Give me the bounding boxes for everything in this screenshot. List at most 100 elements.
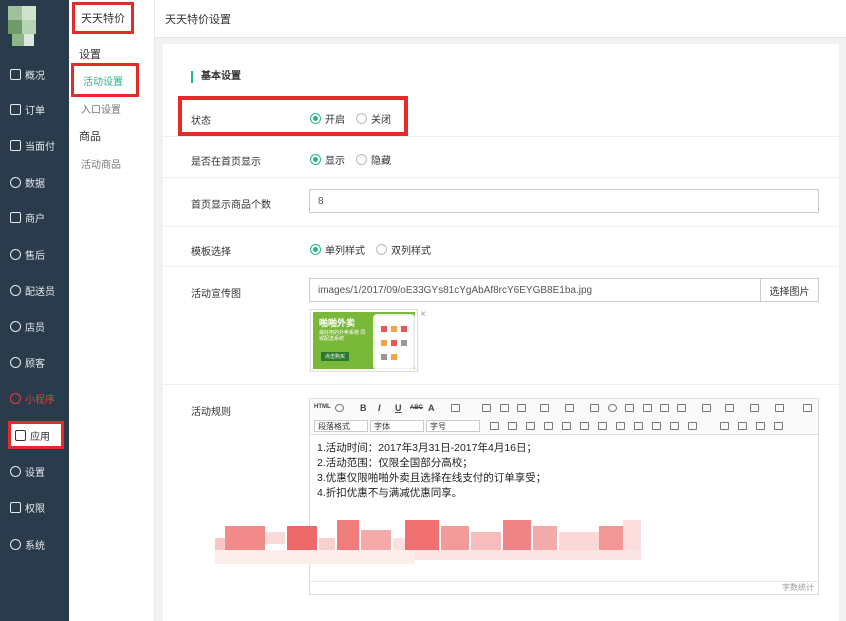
strikethrough-button[interactable]: ABC	[410, 405, 423, 411]
banner-label: 活动宣传图	[191, 289, 241, 300]
format-painter-icon[interactable]	[702, 404, 711, 412]
bold-button[interactable]: B	[360, 403, 367, 413]
rule-line: 1.活动时间：2017年3月31日-2017年4月16日；	[317, 442, 538, 454]
delete-table-icon[interactable]	[688, 422, 697, 430]
unordered-list-icon[interactable]	[565, 404, 574, 412]
status-off-radio[interactable]: 关闭	[356, 111, 391, 126]
divider	[163, 266, 839, 267]
video-icon[interactable]	[643, 404, 652, 412]
cell-props-icon[interactable]	[670, 422, 679, 430]
nav-item-after-sale[interactable]: 售后	[0, 243, 69, 265]
split-rows-icon[interactable]	[616, 422, 625, 430]
anchor-icon[interactable]	[720, 422, 729, 430]
font-family-select[interactable]: 字体	[370, 420, 424, 432]
italic-button[interactable]: I	[378, 403, 381, 413]
homepage-label: 是否在首页显示	[191, 157, 261, 168]
page-header: 天天特价设置	[155, 0, 846, 38]
nav-item-data[interactable]: 数据	[0, 171, 69, 193]
quote-icon[interactable]	[590, 404, 599, 412]
align-center-icon[interactable]	[500, 404, 509, 412]
divider	[163, 177, 839, 178]
editor-content[interactable]: 1.活动时间：2017年3月31日-2017年4月16日； 2.活动范围：仅限全…	[317, 441, 546, 501]
insert-col-icon[interactable]	[544, 422, 553, 430]
count-label: 首页显示商品个数	[191, 200, 271, 211]
phone-mockup	[373, 314, 415, 369]
thumb-title: 啪啪外卖	[319, 318, 356, 328]
insert-row-icon[interactable]	[508, 422, 517, 430]
font-size-select[interactable]: 字号	[426, 420, 480, 432]
nav-item-mini-program[interactable]: 小程序	[0, 387, 69, 409]
choose-image-button[interactable]: 选择图片	[760, 278, 819, 302]
nav-item-apps[interactable]: 应用	[8, 421, 64, 449]
merge-cells-icon[interactable]	[580, 422, 589, 430]
underline-button[interactable]: U	[395, 403, 402, 413]
nav-item-face-pay[interactable]: 当面付	[0, 134, 69, 156]
order-icon	[10, 103, 21, 115]
radio-unchecked-icon	[376, 244, 387, 255]
line-height-icon[interactable]	[725, 404, 734, 412]
emoji-icon[interactable]	[608, 404, 617, 412]
sub-group-goods: 商品	[79, 131, 101, 143]
divider	[163, 136, 839, 137]
clerk-icon	[10, 320, 21, 332]
split-cols-icon[interactable]	[634, 422, 643, 430]
nav-item-clerk[interactable]: 店员	[0, 315, 69, 337]
homepage-hide-radio[interactable]: 隐藏	[356, 152, 391, 167]
template-single-radio[interactable]: 单列样式	[310, 242, 365, 257]
nav-item-settings[interactable]: 设置	[0, 460, 69, 482]
image-icon[interactable]	[625, 404, 634, 412]
eraser-icon[interactable]	[677, 404, 686, 412]
nav-item-merchant[interactable]: 商户	[0, 206, 69, 228]
sub-link-entry-settings[interactable]: 入口设置	[81, 101, 121, 116]
sub-sidebar: 天天特价 设置 活动设置 入口设置 商品 活动商品	[69, 0, 155, 621]
html-source-button[interactable]: HTML	[314, 404, 331, 410]
page-break-icon[interactable]	[738, 422, 747, 430]
lock-icon	[10, 501, 21, 513]
sub-link-activity-settings[interactable]: 活动设置	[71, 63, 139, 97]
indent-icon[interactable]	[775, 404, 784, 412]
face-pay-icon	[10, 139, 21, 151]
delete-row-icon[interactable]	[526, 422, 535, 430]
homepage-show-radio[interactable]: 显示	[310, 152, 345, 167]
template-double-radio[interactable]: 双列样式	[376, 242, 431, 257]
table-icon[interactable]	[490, 422, 499, 430]
rule-line: 3.优惠仅限啪啪外卖且选择在线支付的订单享受；	[317, 472, 547, 484]
nav-item-orders[interactable]: 订单	[0, 98, 69, 120]
split-cells-icon[interactable]	[598, 422, 607, 430]
banner-image: 啪啪外卖 最好用的外卖系统 同城配送系统 点击购买	[313, 312, 415, 369]
table-props-icon[interactable]	[652, 422, 661, 430]
fullscreen-icon[interactable]	[803, 404, 812, 412]
apps-icon	[15, 429, 26, 441]
radio-unchecked-icon	[356, 154, 367, 165]
sub-link-activity-goods[interactable]: 活动商品	[81, 156, 121, 171]
nav-item-overview[interactable]: 概况	[0, 63, 69, 85]
zoom-icon[interactable]	[335, 404, 344, 412]
template-icon[interactable]	[774, 422, 783, 430]
ordered-list-icon[interactable]	[540, 404, 549, 412]
highlight-icon[interactable]	[451, 404, 460, 412]
status-on-radio[interactable]: 开启	[310, 111, 345, 126]
nav-item-system[interactable]: 系统	[0, 533, 69, 555]
nav-item-customer[interactable]: 顾客	[0, 351, 69, 373]
banner-path-input[interactable]: images/1/2017/09/oE33GYs81cYgAbAf8rcY6EY…	[309, 278, 761, 302]
remove-image-icon[interactable]: ×	[420, 309, 426, 320]
nav-item-courier[interactable]: 配送员	[0, 279, 69, 301]
delete-col-icon[interactable]	[562, 422, 571, 430]
count-input[interactable]: 8	[309, 189, 819, 213]
row-spacing-icon[interactable]	[750, 404, 759, 412]
mini-program-icon	[10, 392, 21, 404]
radio-checked-icon	[310, 244, 321, 255]
banner-thumbnail: 啪啪外卖 最好用的外卖系统 同城配送系统 点击购买	[310, 309, 418, 372]
status-label: 状态	[191, 116, 211, 127]
paragraph-format-select[interactable]: 段落格式	[314, 420, 368, 432]
data-icon	[10, 176, 21, 188]
nav-item-permissions[interactable]: 权限	[0, 496, 69, 518]
settings-icon	[10, 465, 21, 477]
page-title: 天天特价设置	[165, 13, 231, 26]
align-right-icon[interactable]	[517, 404, 526, 412]
link-icon[interactable]	[660, 404, 669, 412]
customer-icon	[10, 356, 21, 368]
align-left-icon[interactable]	[482, 404, 491, 412]
font-color-button[interactable]: A	[428, 403, 435, 413]
print-icon[interactable]	[756, 422, 765, 430]
